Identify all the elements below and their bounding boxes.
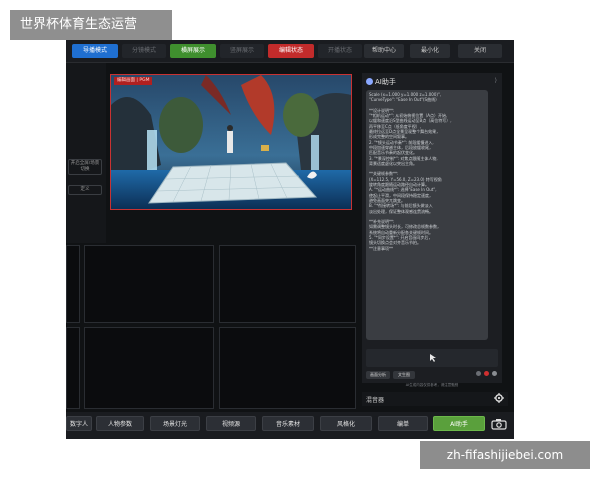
music-assets-button[interactable]: 音乐素材: [262, 416, 314, 431]
minimize-button[interactable]: 最小化: [410, 44, 450, 58]
preview-label: 编辑画面 | PGM: [114, 77, 153, 85]
ai-assistant-button[interactable]: AI助手: [433, 416, 485, 431]
ai-logo-icon: [366, 78, 373, 85]
left-control-panel: 开启全屏/场景切换 定义: [66, 63, 106, 243]
video-slot[interactable]: [219, 245, 356, 323]
video-slot[interactable]: [219, 327, 356, 409]
top-toolbar: 导播模式 分镜模式 横屏展示 竖屏展示 编辑状态 开播状态 帮助中心 最小化 关…: [66, 40, 514, 63]
send-icon[interactable]: [492, 371, 497, 376]
image-analysis-button[interactable]: 画面分析: [366, 371, 390, 379]
stylize-button[interactable]: 风格化: [320, 416, 372, 431]
video-slot[interactable]: [84, 245, 214, 323]
mode-storyboard-button[interactable]: 分镜模式: [122, 44, 166, 58]
watermark-top: 世界杯体育生态运营: [10, 10, 172, 40]
playlist-button[interactable]: 编单: [378, 416, 428, 431]
mixer-label: 混音器: [366, 397, 385, 404]
landscape-button[interactable]: 横屏展示: [170, 44, 216, 58]
ai-assistant-panel: AI助手 ⟩ Scale (x=1.000 y=1.000 z=1.000)",…: [362, 73, 502, 387]
preview-panel: 编辑画面 | PGM: [110, 74, 352, 210]
gear-icon[interactable]: [494, 393, 504, 403]
live-state-button[interactable]: 开播状态: [318, 44, 362, 58]
cursor-icon: [430, 354, 436, 362]
portrait-button[interactable]: 竖屏展示: [220, 44, 264, 58]
character-params-button[interactable]: 人物参数: [96, 416, 144, 431]
ai-message-bubble: Scale (x=1.000 y=1.000 z=1.000)", "CurveT…: [366, 90, 488, 340]
text-to-image-button[interactable]: 文生图: [393, 371, 415, 379]
video-source-button[interactable]: 视频源: [206, 416, 256, 431]
ai-message-line: **注意事项**: [369, 245, 393, 251]
ai-panel-title: AI助手: [366, 77, 396, 87]
bottom-toolbar: 数字人 人物参数 场景灯光 视频源 音乐素材 风格化 编单 AI助手: [66, 412, 514, 439]
stage-preview-image: [111, 75, 351, 209]
camera-icon[interactable]: [491, 418, 507, 430]
voice-icon[interactable]: [476, 371, 481, 376]
edit-state-button[interactable]: 编辑状态: [268, 44, 314, 58]
mixer-bar: 混音器: [362, 392, 508, 406]
video-slot[interactable]: [66, 327, 80, 409]
fullscreen-toggle-button[interactable]: 开启全屏/场景切换: [68, 159, 102, 175]
video-slot[interactable]: [84, 327, 214, 409]
ai-chat-input[interactable]: [366, 349, 498, 367]
video-slot[interactable]: [66, 245, 80, 323]
close-button[interactable]: 关闭: [458, 44, 502, 58]
help-center-button[interactable]: 帮助中心: [364, 44, 404, 58]
definition-select[interactable]: 定义: [68, 185, 102, 195]
mode-director-button[interactable]: 导播模式: [72, 44, 118, 58]
app-window: 导播模式 分镜模式 横屏展示 竖屏展示 编辑状态 开播状态 帮助中心 最小化 关…: [66, 40, 514, 439]
digital-human-button[interactable]: 数字人: [66, 416, 92, 431]
watermark-bottom: zh-fifashijiebei.com: [420, 441, 590, 469]
ai-disclaimer: AI生成内容仅供参考，请注意甄别: [405, 383, 459, 387]
ai-title-text: AI助手: [375, 78, 396, 86]
record-icon[interactable]: [484, 371, 489, 376]
collapse-icon[interactable]: ⟩: [495, 77, 497, 84]
scene-lighting-button[interactable]: 场景灯光: [150, 416, 200, 431]
